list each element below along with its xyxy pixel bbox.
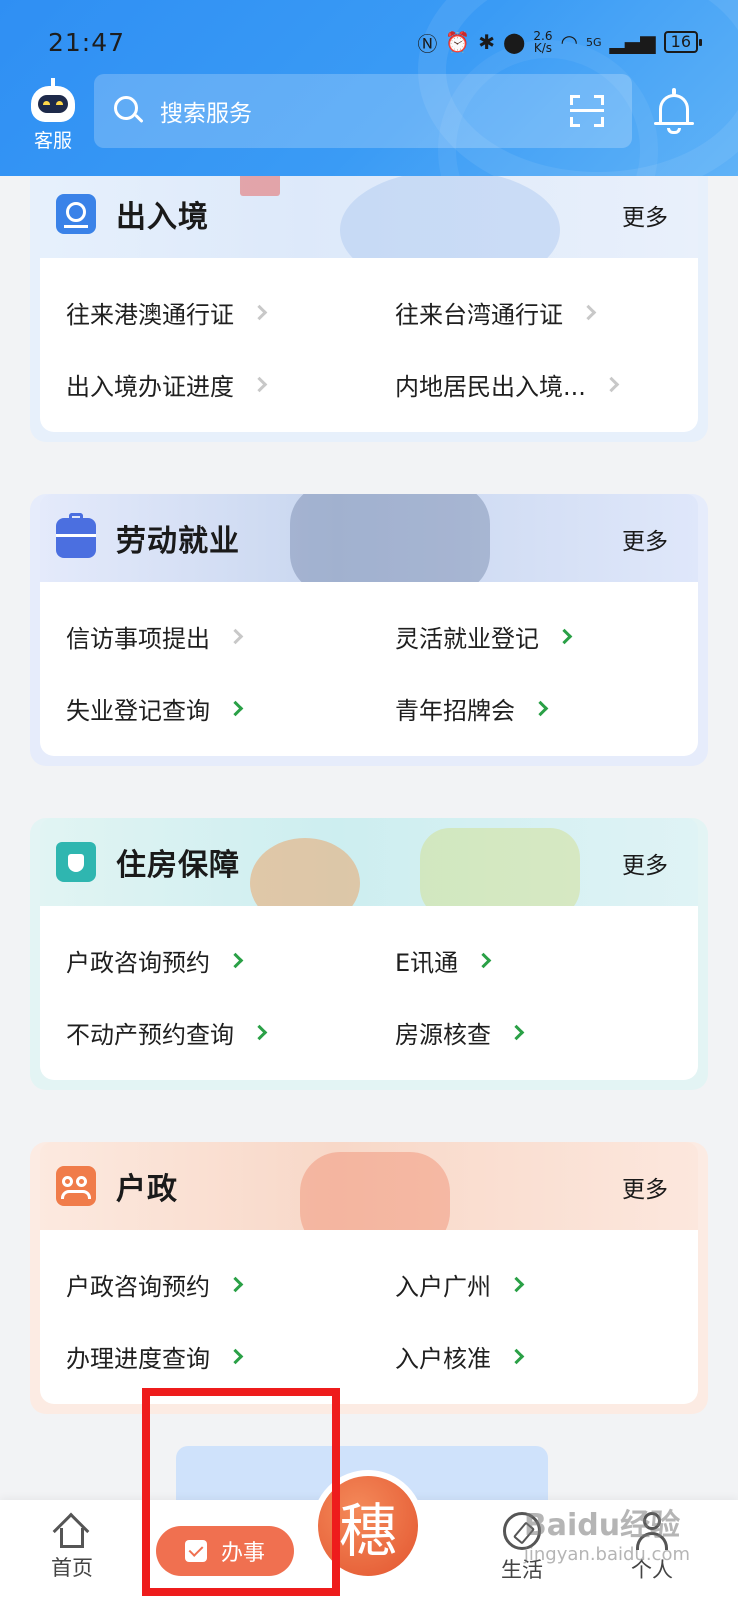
watermark-main: Baidu经验	[523, 1508, 681, 1543]
section-card-exit-entry: 出入境 更多 往来港澳通行证 往来台湾通行证 出入境办证进度 内地居民出入境..…	[30, 160, 708, 442]
chevron-right-icon	[508, 1348, 525, 1364]
chevron-right-icon	[227, 1276, 244, 1292]
service-item[interactable]: 户政咨询预约	[40, 943, 369, 978]
more-button[interactable]: 更多	[622, 1170, 668, 1204]
service-item[interactable]: 内地居民出入境...	[369, 367, 698, 402]
section-items: 往来港澳通行证 往来台湾通行证 出入境办证进度 内地居民出入境...	[40, 258, 698, 432]
bell-icon[interactable]	[652, 88, 696, 134]
customer-service-label: 客服	[33, 130, 72, 152]
signal-icon: ▂▄▆	[609, 30, 656, 54]
service-item[interactable]: 青年招牌会	[369, 691, 698, 726]
center-logo-glyph: 穗	[338, 1497, 397, 1565]
nav-home-label: 首页	[51, 1556, 93, 1580]
nav-home[interactable]: 首页	[40, 1512, 104, 1582]
signal-label: 5G	[585, 35, 602, 49]
service-item[interactable]: 往来台湾通行证	[369, 295, 698, 330]
service-item[interactable]: 不动产预约查询	[40, 1015, 369, 1050]
alarm-icon: ⏰	[445, 30, 471, 54]
section-card-employment: 劳动就业 更多 信访事项提出 灵活就业登记 失业登记查询 青年招牌会	[30, 494, 708, 766]
section-items: 户政咨询预约 E讯通 不动产预约查询 房源核查	[40, 906, 698, 1080]
service-item[interactable]: 出入境办证进度	[40, 367, 369, 402]
customer-service-button[interactable]: 客服	[28, 78, 78, 156]
highlight-annotation	[142, 1388, 340, 1596]
section-header: 户政 更多	[40, 1142, 698, 1230]
family-illustration	[300, 1152, 450, 1230]
wifi-icon: ◠	[560, 30, 578, 54]
more-button[interactable]: 更多	[622, 522, 668, 556]
handshake-illustration	[290, 494, 490, 582]
service-item[interactable]: E讯通	[369, 943, 698, 978]
home-icon	[52, 1512, 90, 1550]
network-speed: 2.6 K/s	[533, 29, 553, 55]
more-button[interactable]: 更多	[622, 846, 668, 880]
chevron-right-icon	[603, 376, 620, 392]
chevron-right-icon	[580, 304, 597, 320]
chevron-right-icon	[251, 1024, 268, 1040]
search-icon	[114, 96, 144, 126]
battery-indicator: 16	[663, 31, 703, 53]
briefcase-icon	[56, 513, 96, 558]
nfc-icon: Ⓝ	[417, 31, 438, 56]
service-item[interactable]: 房源核查	[369, 1015, 698, 1050]
chevron-right-icon	[251, 304, 268, 320]
section-title: 户政	[116, 1172, 178, 1207]
location-icon: ⬤	[503, 30, 526, 54]
chevron-right-icon	[508, 1024, 525, 1040]
section-items: 户政咨询预约 入户广州 办理进度查询 入户核准	[40, 1230, 698, 1404]
people-illustration	[420, 828, 580, 906]
chevron-right-icon	[227, 952, 244, 968]
section-card-housing: 住房保障 更多 户政咨询预约 E讯通 不动产预约查询 房源核查	[30, 818, 708, 1090]
search-placeholder: 搜索服务	[160, 101, 252, 127]
chevron-right-icon	[227, 700, 244, 716]
robot-icon	[31, 78, 75, 122]
service-item[interactable]: 失业登记查询	[40, 691, 369, 726]
bluetooth-icon: ✱	[478, 30, 496, 54]
service-item[interactable]: 信访事项提出	[40, 619, 369, 654]
section-title: 劳动就业	[116, 524, 240, 559]
watermark: Baidu经验 jingyan.baidu.com	[524, 1500, 690, 1565]
service-item[interactable]: 办理进度查询	[40, 1339, 369, 1374]
section-items: 信访事项提出 灵活就业登记 失业登记查询 青年招牌会	[40, 582, 698, 756]
house-shield-icon	[56, 842, 96, 882]
chevron-right-icon	[556, 628, 573, 644]
status-icons: Ⓝ ⏰ ✱ ⬤ 2.6 K/s ◠ 5G ▂▄▆ 16	[417, 28, 703, 57]
more-button[interactable]: 更多	[622, 198, 668, 232]
passport-icon	[56, 194, 96, 234]
section-illustration	[340, 170, 560, 258]
service-item[interactable]: 入户核准	[369, 1339, 698, 1374]
app-header: 21:47 Ⓝ ⏰ ✱ ⬤ 2.6 K/s ◠ 5G ▂▄▆ 16 客服 搜索服…	[0, 0, 738, 176]
service-item[interactable]: 灵活就业登记	[369, 619, 698, 654]
section-header: 劳动就业 更多	[40, 494, 698, 582]
section-title: 出入境	[116, 200, 209, 235]
service-item[interactable]: 往来港澳通行证	[40, 295, 369, 330]
chevron-right-icon	[532, 700, 549, 716]
chevron-right-icon	[475, 952, 492, 968]
service-item[interactable]: 户政咨询预约	[40, 1267, 369, 1302]
chevron-right-icon	[508, 1276, 525, 1292]
section-card-household: 户政 更多 户政咨询预约 入户广州 办理进度查询 入户核准	[30, 1142, 708, 1414]
scan-icon[interactable]	[570, 95, 604, 127]
status-time: 21:47	[48, 27, 126, 57]
people-illustration	[250, 838, 360, 906]
chevron-right-icon	[227, 1348, 244, 1364]
status-bar: 21:47 Ⓝ ⏰ ✱ ⬤ 2.6 K/s ◠ 5G ▂▄▆ 16	[48, 22, 703, 62]
chevron-right-icon	[227, 628, 244, 644]
section-title: 住房保障	[116, 848, 240, 883]
chevron-right-icon	[251, 376, 268, 392]
watermark-sub: jingyan.baidu.com	[523, 1544, 690, 1565]
service-item[interactable]: 入户广州	[369, 1267, 698, 1302]
household-icon	[56, 1166, 96, 1206]
search-input[interactable]: 搜索服务	[94, 74, 632, 148]
section-header: 住房保障 更多	[40, 818, 698, 906]
